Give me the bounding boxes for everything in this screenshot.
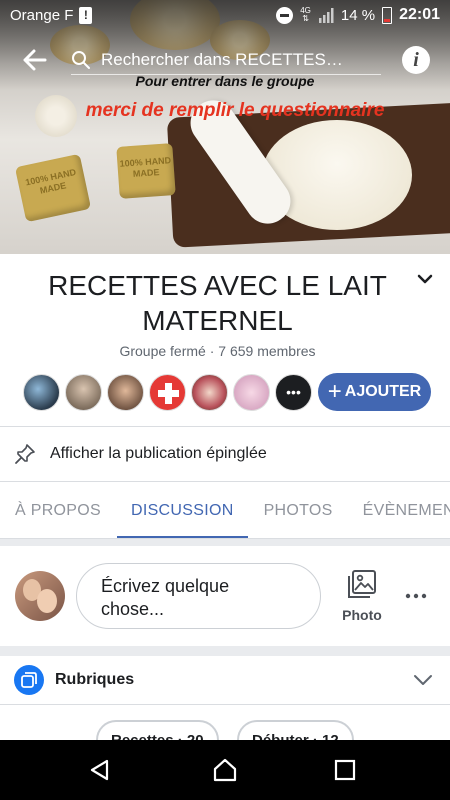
member-avatar[interactable] [65, 373, 102, 411]
member-avatar[interactable] [233, 373, 270, 411]
group-title[interactable]: RECETTES AVEC LE LAIT MATERNEL [30, 268, 405, 338]
member-avatar[interactable] [23, 373, 60, 411]
plus-icon: + [327, 378, 342, 405]
topic-chip[interactable]: Recettes · 20 [96, 720, 219, 740]
photo-icon [348, 570, 376, 598]
soap-label: 100% HAND MADE [24, 166, 77, 196]
alert-icon: ! [79, 6, 93, 24]
status-bar: Orange F ! 4G ⇅ 14 % 22:01 [0, 0, 450, 30]
member-avatar[interactable] [107, 373, 144, 411]
network-type-icon: 4G ⇅ [300, 6, 311, 23]
tab-about[interactable]: À PROPOS [15, 483, 101, 538]
section-gap [0, 646, 450, 656]
battery-icon [382, 6, 393, 24]
topics-chips: Recettes · 20 Débuter · 12 [0, 704, 450, 740]
info-icon: i [413, 49, 419, 71]
battery-percent: 14 % [340, 6, 376, 24]
search-field[interactable] [71, 45, 381, 75]
search-header: i [0, 38, 450, 82]
topics-header[interactable]: Rubriques [0, 656, 450, 704]
nav-home-button[interactable] [210, 755, 240, 785]
square-recents-icon [334, 759, 356, 781]
group-info-section: RECETTES AVEC LE LAIT MATERNEL Groupe fe… [0, 254, 450, 424]
nav-recents-button[interactable] [330, 755, 360, 785]
section-gap [0, 539, 450, 546]
tab-discussion[interactable]: DISCUSSION [117, 483, 248, 538]
topics-icon [14, 665, 44, 695]
triangle-back-icon [90, 759, 109, 781]
cover-caption-line2: merci de remplir le questionnaire [85, 100, 385, 121]
topic-chip[interactable]: Débuter · 12 [237, 720, 354, 740]
more-members-button[interactable]: ••• [275, 373, 312, 411]
back-button[interactable] [21, 46, 49, 74]
soap-bar-decoration: 100% HAND MADE [14, 153, 92, 223]
swiss-cross-icon [158, 382, 179, 404]
pinned-post-row[interactable]: Afficher la publication épinglée [0, 428, 450, 480]
info-button[interactable]: i [402, 46, 430, 74]
add-members-button[interactable]: + AJOUTER [318, 373, 431, 411]
photo-label: Photo [342, 607, 382, 623]
soap-bar-decoration: 100% HAND MADE [116, 143, 176, 199]
system-navigation-bar [0, 740, 450, 800]
search-input[interactable] [101, 49, 381, 70]
group-tabs: À PROPOS DISCUSSION PHOTOS ÉVÈNEMENTS [0, 483, 450, 539]
divider [0, 426, 450, 427]
member-avatar[interactable] [191, 373, 228, 411]
member-avatars-row: ••• + AJOUTER [23, 373, 431, 411]
carrier-name: Orange F [10, 6, 74, 24]
pinned-post-label: Afficher la publication épinglée [50, 445, 267, 462]
user-avatar[interactable] [15, 571, 65, 621]
tab-events[interactable]: ÉVÈNEMENTS [363, 483, 450, 538]
arrow-left-icon [23, 49, 47, 71]
tab-photos[interactable]: PHOTOS [264, 483, 333, 538]
member-avatar[interactable] [149, 373, 186, 411]
composer-input[interactable]: Écrivez quelque chose... [76, 563, 321, 629]
post-composer: Écrivez quelque chose... Photo [0, 546, 450, 646]
clock: 22:01 [399, 6, 440, 23]
photo-button[interactable]: Photo [340, 568, 384, 623]
topics-label: Rubriques [55, 671, 135, 688]
divider [0, 481, 450, 482]
signal-icon [318, 8, 334, 23]
pin-icon [15, 444, 35, 464]
soap-label: 100% HAND MADE [119, 155, 172, 179]
do-not-disturb-icon [276, 6, 294, 24]
chevron-down-icon[interactable] [412, 669, 434, 691]
nav-back-button[interactable] [85, 755, 115, 785]
add-members-label: AJOUTER [344, 383, 422, 400]
more-options-icon[interactable] [404, 586, 428, 606]
home-icon [213, 758, 237, 782]
chevron-down-icon[interactable] [416, 270, 434, 288]
group-privacy-members: Groupe fermé · 7 659 membres [119, 343, 316, 359]
search-icon [72, 50, 90, 69]
